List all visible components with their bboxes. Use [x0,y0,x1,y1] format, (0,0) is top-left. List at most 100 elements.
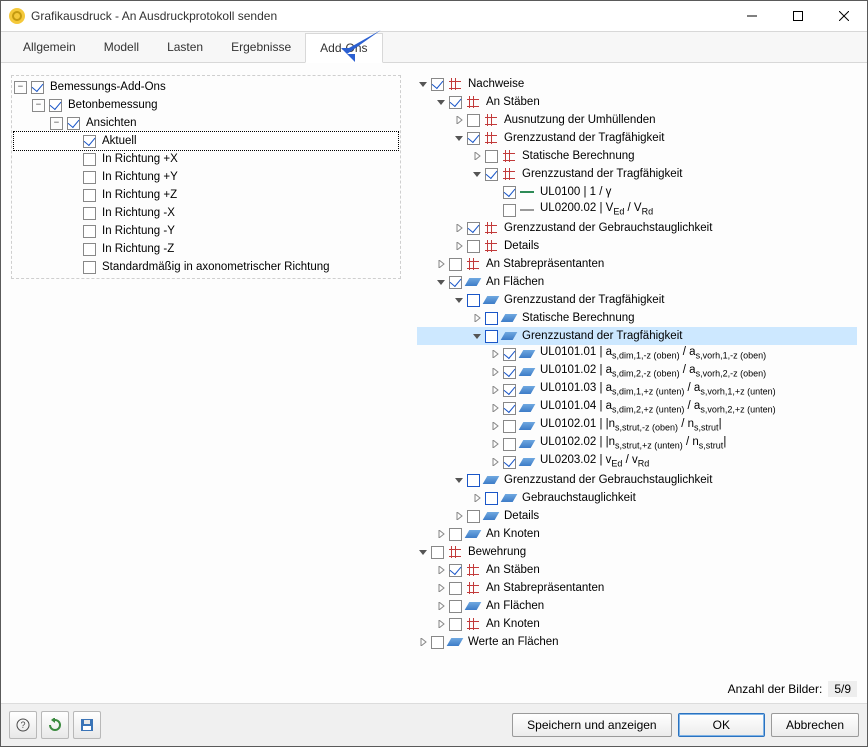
tree-row[interactable]: Details [417,237,857,255]
chevron-down-icon[interactable] [453,474,465,486]
tree-row[interactable]: UL0101.01 | as,dim,1,-z (oben) / as,vorh… [417,345,857,363]
tree-row[interactable]: UL0203.02 | vEd / vRd [417,453,857,471]
chevron-right-icon[interactable] [435,582,447,594]
chevron-right-icon[interactable] [489,438,501,450]
checkbox[interactable] [83,261,96,274]
chevron-down-icon[interactable] [471,168,483,180]
checkbox[interactable] [503,420,516,433]
tree-row[interactable]: An Flächen [417,273,857,291]
checkbox[interactable] [431,546,444,559]
tree-row[interactable]: In Richtung -Y [14,222,398,240]
checkbox[interactable] [83,207,96,220]
chevron-right-icon[interactable] [435,258,447,270]
tree-row[interactable]: In Richtung -Z [14,240,398,258]
tree-row[interactable]: Grenzzustand der Tragfähigkeit [417,291,857,309]
tree-row[interactable]: UL0200.02 | VEd / VRd [417,201,857,219]
chevron-right-icon[interactable] [435,564,447,576]
maximize-button[interactable] [775,1,821,31]
checkbox[interactable] [449,258,462,271]
checkbox[interactable] [83,189,96,202]
chevron-down-icon[interactable] [417,78,429,90]
tree-row[interactable]: −Ansichten [14,114,398,132]
checkbox[interactable] [503,456,516,469]
checkbox[interactable] [503,204,516,217]
save-and-show-button[interactable]: Speichern und anzeigen [512,713,671,737]
tree-row[interactable]: Ausnutzung der Umhüllenden [417,111,857,129]
help-icon-button[interactable]: ? [9,711,37,739]
tab-modell[interactable]: Modell [90,32,153,62]
chevron-right-icon[interactable] [489,420,501,432]
toggle-box-icon[interactable]: − [50,117,63,130]
checkbox[interactable] [449,600,462,613]
chevron-right-icon[interactable] [417,636,429,648]
tree-row[interactable]: An Stäben [417,93,857,111]
checkbox[interactable] [83,225,96,238]
tree-row[interactable]: Details [417,507,857,525]
tree-row[interactable]: UL0102.02 | |ns,strut,+z (unten) / ns,st… [417,435,857,453]
tree-row[interactable]: Grenzzustand der Tragfähigkeit [417,327,857,345]
chevron-down-icon[interactable] [453,132,465,144]
tree-row[interactable]: Werte an Flächen [417,633,857,651]
tab-lasten[interactable]: Lasten [153,32,217,62]
chevron-right-icon[interactable] [435,528,447,540]
tree-row[interactable]: −Betonbemessung [14,96,398,114]
chevron-down-icon[interactable] [417,546,429,558]
checkbox[interactable] [49,99,62,112]
checkbox[interactable] [83,243,96,256]
checkbox[interactable] [467,294,480,307]
checkbox[interactable] [467,240,480,253]
chevron-right-icon[interactable] [489,348,501,360]
checkbox[interactable] [467,474,480,487]
tab-ergebnisse[interactable]: Ergebnisse [217,32,305,62]
tree-row[interactable]: In Richtung -X [14,204,398,222]
checkbox[interactable] [431,636,444,649]
tree-row[interactable]: Grenzzustand der Tragfähigkeit [417,129,857,147]
left-tree-pane[interactable]: −Bemessungs-Add-Ons−Betonbemessung−Ansic… [11,75,401,675]
tree-row[interactable]: In Richtung +Z [14,186,398,204]
chevron-right-icon[interactable] [471,492,483,504]
tree-row[interactable]: Standardmäßig in axonometrischer Richtun… [14,258,398,276]
checkbox[interactable] [503,438,516,451]
checkbox[interactable] [431,78,444,91]
right-tree-pane[interactable]: NachweiseAn StäbenAusnutzung der Umhülle… [417,75,857,675]
cancel-button[interactable]: Abbrechen [771,713,859,737]
tree-row[interactable]: In Richtung +X [14,150,398,168]
checkbox[interactable] [467,510,480,523]
tree-row[interactable]: UL0100 | 1 / γ [417,183,857,201]
chevron-right-icon[interactable] [453,510,465,522]
toggle-box-icon[interactable]: − [32,99,45,112]
chevron-right-icon[interactable] [489,384,501,396]
checkbox[interactable] [449,618,462,631]
reset-icon-button[interactable] [41,711,69,739]
tree-row[interactable]: An Stabrepräsentanten [417,579,857,597]
checkbox[interactable] [449,582,462,595]
chevron-down-icon[interactable] [435,276,447,288]
checkbox[interactable] [449,96,462,109]
tree-row[interactable]: An Flächen [417,597,857,615]
tree-row[interactable]: An Stäben [417,561,857,579]
tree-row[interactable]: In Richtung +Y [14,168,398,186]
tree-row[interactable]: Gebrauchstauglichkeit [417,489,857,507]
tree-row[interactable]: Statische Berechnung [417,309,857,327]
tree-row[interactable]: Nachweise [417,75,857,93]
checkbox[interactable] [449,564,462,577]
checkbox[interactable] [467,222,480,235]
tree-row[interactable]: Statische Berechnung [417,147,857,165]
checkbox[interactable] [467,132,480,145]
tree-row[interactable]: Grenzzustand der Tragfähigkeit [417,165,857,183]
checkbox[interactable] [503,402,516,415]
chevron-right-icon[interactable] [489,402,501,414]
chevron-right-icon[interactable] [435,600,447,612]
checkbox[interactable] [83,135,96,148]
tree-row[interactable]: Grenzzustand der Gebrauchstauglichkeit [417,471,857,489]
tree-row[interactable]: Aktuell [14,132,398,150]
tree-row[interactable]: An Knoten [417,615,857,633]
tree-row[interactable]: UL0101.02 | as,dim,2,-z (oben) / as,vorh… [417,363,857,381]
tree-row[interactable]: UL0101.03 | as,dim,1,+z (unten) / as,vor… [417,381,857,399]
close-button[interactable] [821,1,867,31]
checkbox[interactable] [503,384,516,397]
checkbox[interactable] [31,81,44,94]
chevron-down-icon[interactable] [435,96,447,108]
chevron-down-icon[interactable] [453,294,465,306]
chevron-right-icon[interactable] [453,114,465,126]
